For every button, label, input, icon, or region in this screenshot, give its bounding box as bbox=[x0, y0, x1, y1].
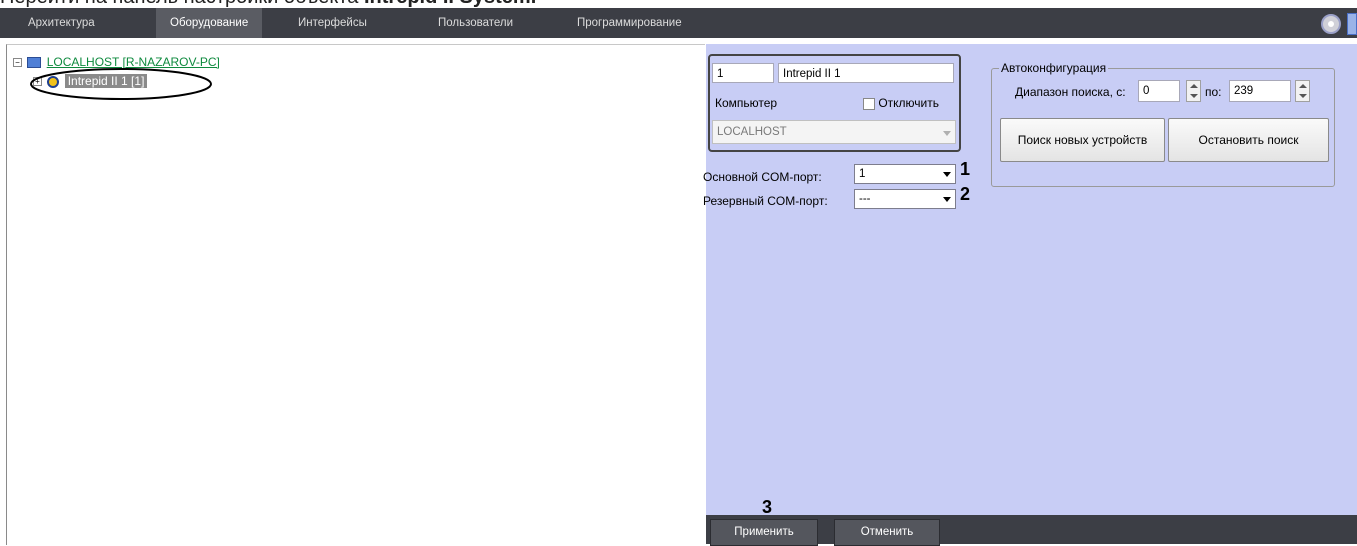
range-to-label: по: bbox=[1205, 85, 1222, 99]
range-from-label: Диапазон поиска, с: bbox=[1015, 85, 1126, 99]
cancel-button[interactable]: Отменить bbox=[834, 519, 940, 546]
range-from-input[interactable]: 0 bbox=[1138, 80, 1180, 102]
tab-equipment[interactable]: Оборудование bbox=[156, 8, 263, 38]
range-to-input[interactable]: 239 bbox=[1229, 80, 1291, 102]
footer-bar: Применить Отменить bbox=[706, 515, 1357, 546]
range-from-spinner[interactable] bbox=[1186, 80, 1201, 102]
tab-interfaces[interactable]: Интерфейсы bbox=[298, 8, 367, 38]
main-com-select[interactable]: 1 bbox=[854, 164, 956, 184]
window-button-icon[interactable] bbox=[1347, 13, 1357, 35]
spin-up-icon[interactable] bbox=[1299, 84, 1307, 88]
stop-search-button[interactable]: Остановить поиск bbox=[1168, 118, 1329, 162]
settings-panel: 1 Intrepid II 1 Компьютер Отключить LOCA… bbox=[703, 44, 1357, 544]
main-com-value: 1 bbox=[859, 168, 866, 180]
object-tree-pane: − LOCALHOST [R-NAZAROV-PC] + Intrepid II… bbox=[6, 44, 705, 545]
computer-label: Компьютер bbox=[715, 96, 778, 110]
reserve-com-value: --- bbox=[859, 193, 871, 205]
computer-select-value: LOCALHOST bbox=[717, 126, 787, 138]
object-name-field[interactable]: Intrepid II 1 bbox=[778, 63, 954, 83]
reserve-com-label: Резервный COM-порт: bbox=[703, 194, 828, 208]
autoconfig-title: Автоконфигурация bbox=[999, 61, 1109, 75]
chevron-down-icon bbox=[943, 131, 951, 136]
range-to-spinner[interactable] bbox=[1295, 80, 1310, 102]
main-com-label: Основной COM-порт: bbox=[703, 170, 822, 184]
spin-down-icon[interactable] bbox=[1299, 94, 1307, 98]
chevron-down-icon bbox=[943, 172, 951, 177]
callout-number-1: 1 bbox=[960, 159, 971, 179]
spin-down-icon[interactable] bbox=[1190, 94, 1198, 98]
disable-label: Отключить bbox=[878, 96, 939, 110]
computer-select: LOCALHOST bbox=[712, 120, 956, 144]
reserve-com-select[interactable]: --- bbox=[854, 189, 956, 209]
apply-button[interactable]: Применить bbox=[710, 519, 818, 546]
spin-up-icon[interactable] bbox=[1190, 84, 1198, 88]
highlight-ellipse bbox=[30, 68, 212, 100]
settings-icon[interactable] bbox=[1321, 14, 1341, 34]
tab-programming[interactable]: Программирование bbox=[577, 8, 682, 38]
collapse-icon[interactable]: − bbox=[13, 58, 22, 68]
checkbox-box[interactable] bbox=[863, 97, 875, 110]
tab-users[interactable]: Пользователи bbox=[438, 8, 513, 38]
tab-architecture[interactable]: Архитектура bbox=[28, 8, 95, 38]
main-tab-bar: Архитектура Оборудование Интерфейсы Поль… bbox=[0, 8, 1357, 38]
disable-checkbox[interactable]: Отключить bbox=[863, 96, 939, 110]
object-group: 1 Intrepid II 1 Компьютер Отключить LOCA… bbox=[708, 54, 961, 152]
chevron-down-icon bbox=[943, 197, 951, 202]
object-id-field[interactable]: 1 bbox=[712, 63, 774, 83]
search-devices-button[interactable]: Поиск новых устройств bbox=[1000, 118, 1165, 162]
callout-number-2: 2 bbox=[960, 184, 971, 204]
